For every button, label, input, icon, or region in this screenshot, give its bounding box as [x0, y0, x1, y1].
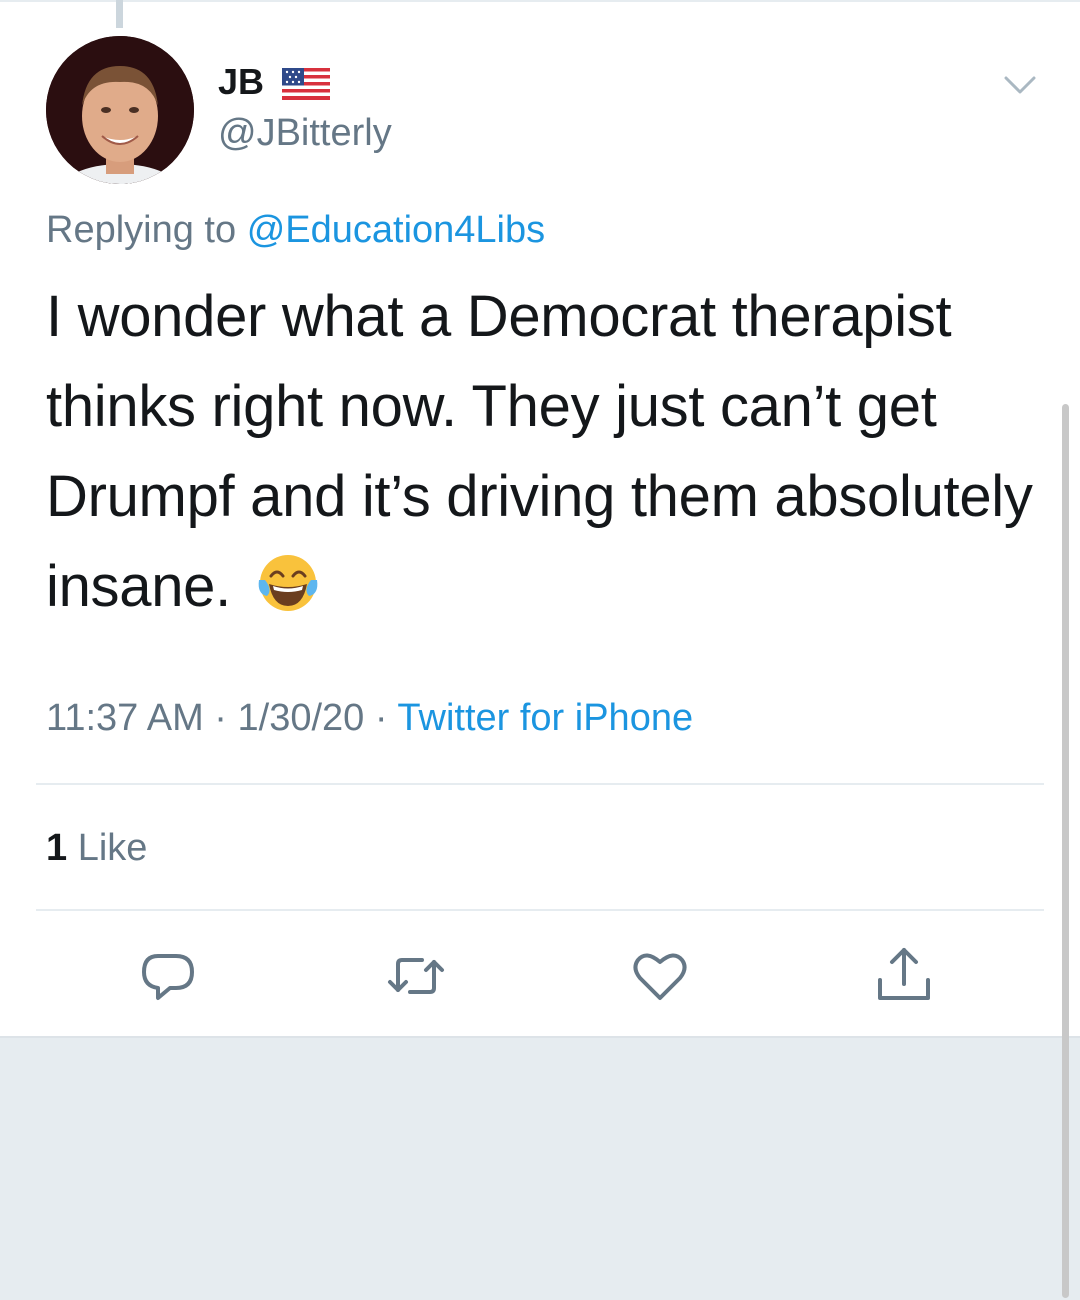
author-name[interactable]: JB — [218, 60, 331, 104]
scrollbar[interactable] — [1062, 404, 1069, 1298]
like-count: 1 — [46, 827, 68, 869]
like-label: Like — [77, 827, 148, 869]
tweet-time: 11:37 AM — [46, 697, 204, 739]
tweet-date: 1/30/20 — [237, 697, 365, 739]
author-display-name: JB — [218, 61, 265, 102]
thread-connector-line — [116, 0, 123, 28]
retweet-icon[interactable] — [384, 944, 448, 1008]
face-with-tears-of-joy-icon — [258, 555, 318, 611]
meta-separator: · — [203, 697, 238, 739]
tweet-source[interactable]: Twitter for iPhone — [397, 697, 693, 739]
top-border — [0, 0, 1080, 2]
share-icon[interactable] — [872, 944, 936, 1008]
replying-to-mention[interactable]: @Education4Libs — [247, 209, 545, 251]
likes-summary[interactable]: 1 Like — [46, 824, 147, 872]
replying-prefix: Replying to — [46, 209, 237, 251]
avatar-photo — [46, 36, 194, 184]
meta-separator: · — [364, 697, 398, 739]
divider — [36, 909, 1044, 911]
avatar[interactable] — [46, 36, 194, 184]
timeline-background — [0, 1036, 1080, 1300]
tweet-body: I wonder what a Democrat therapist think… — [46, 284, 1033, 619]
tweet-meta: 11:37 AM · 1/30/20 · Twitter for iPhone — [46, 694, 693, 742]
divider — [36, 783, 1044, 785]
author-handle[interactable]: @JBitterly — [218, 110, 392, 156]
tweet-text: I wonder what a Democrat therapist think… — [46, 272, 1046, 632]
us-flag-icon — [282, 66, 331, 100]
chevron-down-icon[interactable] — [1000, 70, 1040, 100]
reply-icon[interactable] — [136, 944, 200, 1008]
replying-to-line: Replying to @Education4Libs — [46, 206, 545, 254]
like-icon[interactable] — [628, 944, 692, 1008]
